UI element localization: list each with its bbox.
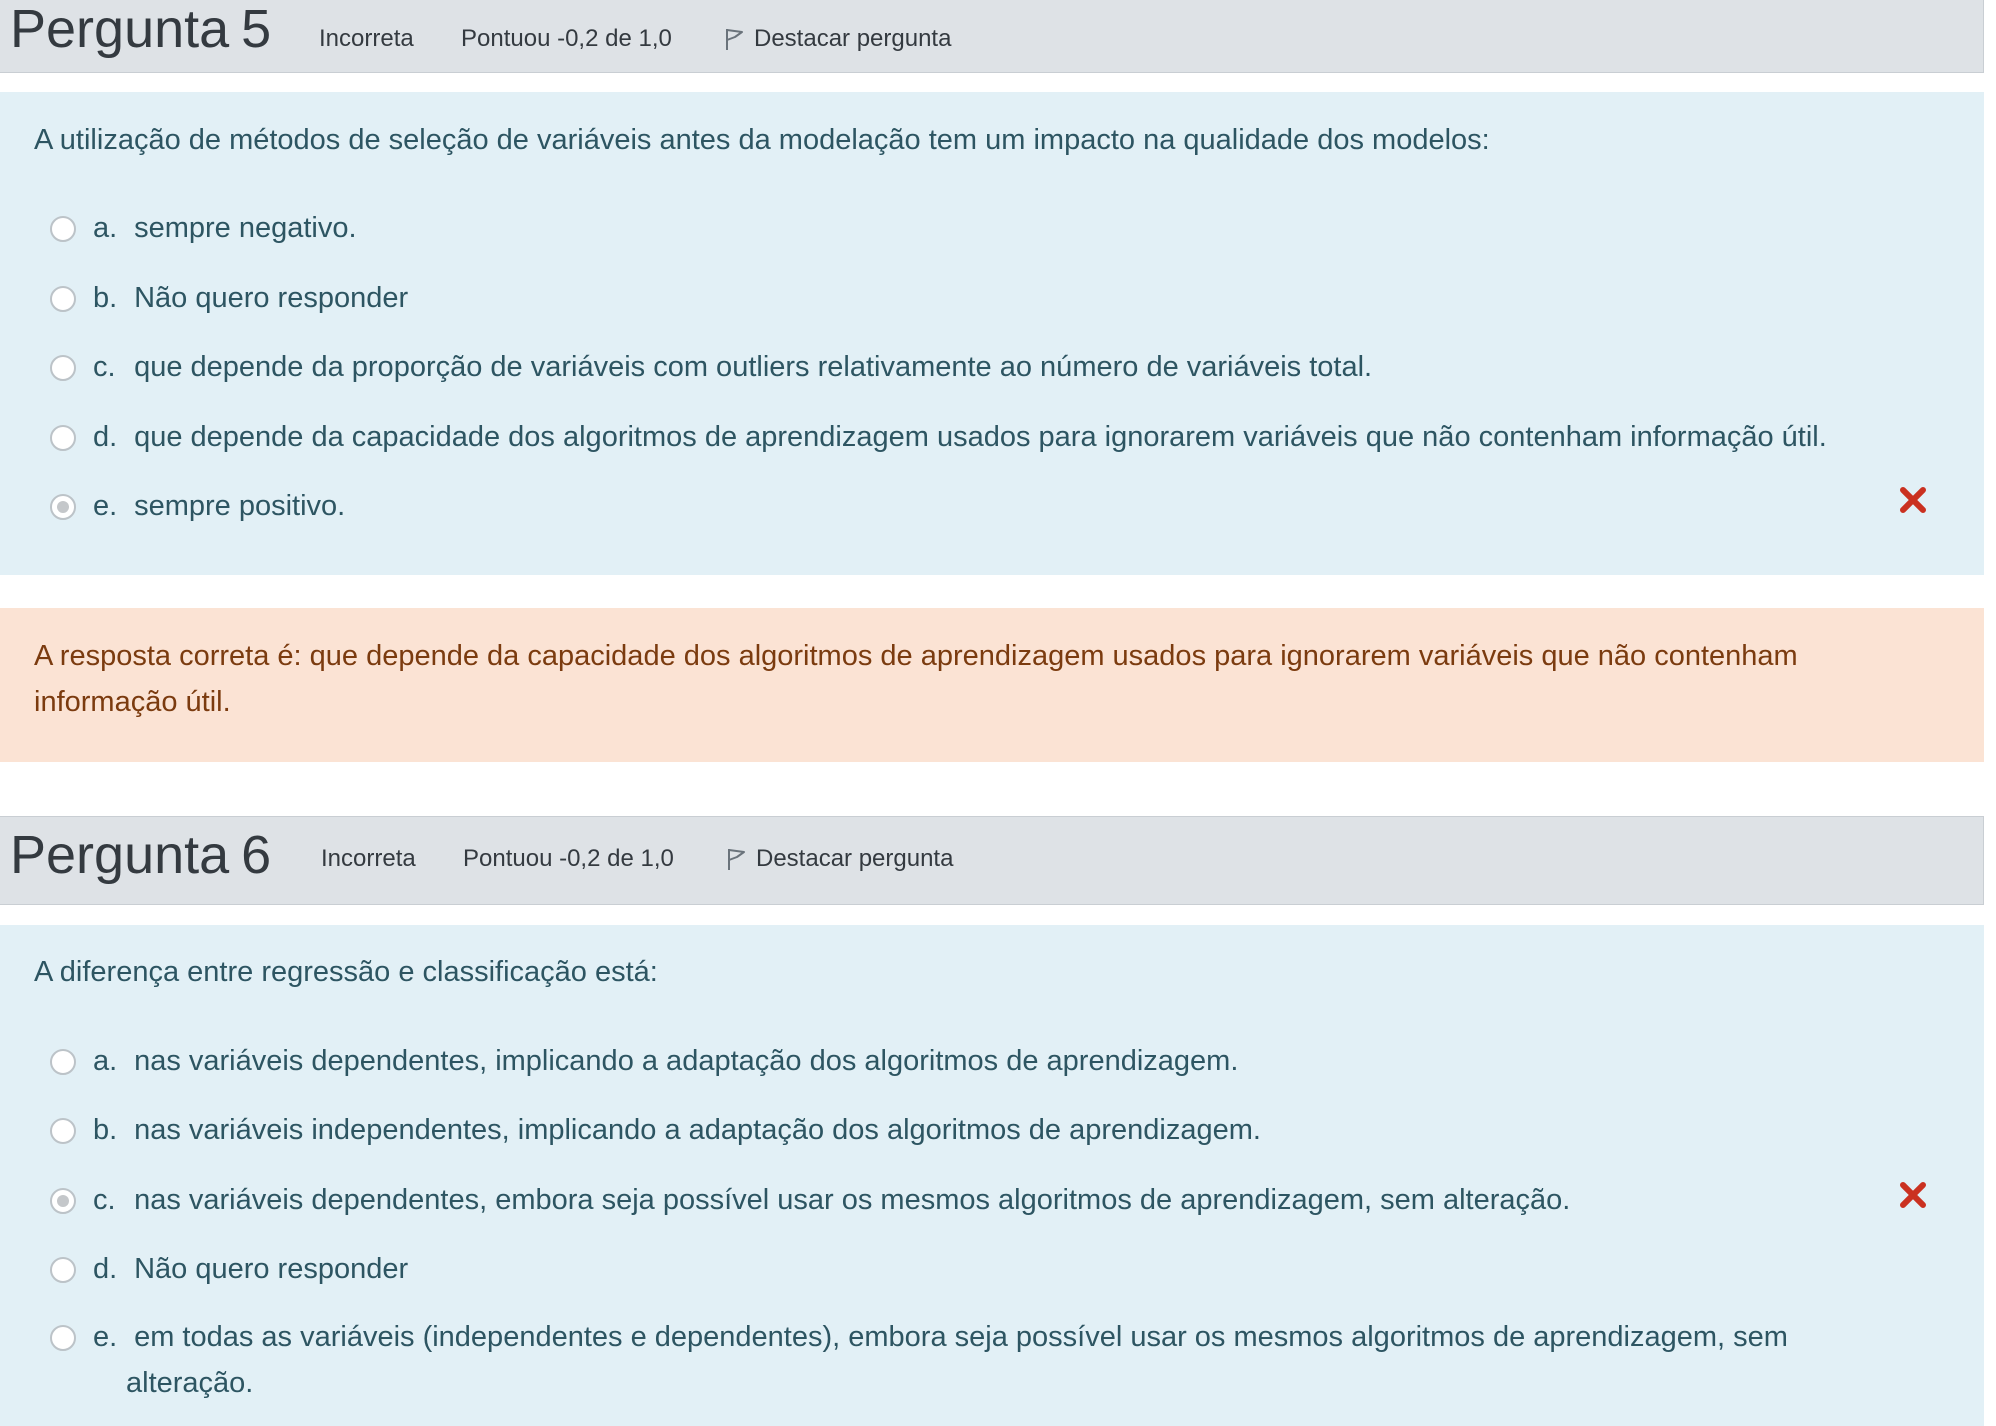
question-5-grade: Pontuou -0,2 de 1,0 xyxy=(461,25,672,52)
correct-answer-text: A resposta correta é: que depende da cap… xyxy=(34,640,1798,718)
question-6-state: Incorreta xyxy=(321,845,416,872)
question-5-title: Pergunta 5 xyxy=(10,1,271,73)
option-text: que depende da capacidade dos algoritmos… xyxy=(134,421,1827,453)
question-number: 5 xyxy=(241,0,272,59)
question-title-word: Pergunta xyxy=(10,825,230,885)
radio-button[interactable] xyxy=(50,286,76,312)
flag-icon xyxy=(726,29,743,50)
option-text: sempre negativo. xyxy=(134,212,357,244)
option-text: em todas as variáveis (independentes e d… xyxy=(134,1321,1788,1353)
question-5-body: A utilização de métodos de seleção de va… xyxy=(0,92,1984,575)
question-6-flag-button[interactable]: Destacar pergunta xyxy=(726,841,953,877)
radio-button[interactable] xyxy=(50,355,76,381)
option-text: Não quero responder xyxy=(134,1253,409,1285)
radio-button-selected[interactable] xyxy=(50,1188,76,1214)
radio-button[interactable] xyxy=(50,1257,76,1283)
flag-icon xyxy=(728,849,745,870)
question-6-header: Pergunta 6 Incorreta Pontuou -0,2 de 1,0 … xyxy=(0,816,1984,905)
flag-label: Destacar pergunta xyxy=(756,845,954,872)
option-letter: d. xyxy=(93,421,118,453)
radio-button[interactable] xyxy=(50,1049,76,1075)
option-text: nas variáveis dependentes, implicando a … xyxy=(134,1045,1239,1077)
option-letter: c. xyxy=(93,1184,116,1216)
option-text: que depende da proporção de variáveis co… xyxy=(134,351,1373,383)
radio-button[interactable] xyxy=(50,425,76,451)
option-text: sempre positivo. xyxy=(134,490,346,522)
option-letter: d. xyxy=(93,1253,118,1285)
question-6-grade: Pontuou -0,2 de 1,0 xyxy=(463,845,674,872)
option-letter: e. xyxy=(93,1321,118,1353)
flag-label: Destacar pergunta xyxy=(754,25,952,52)
question-5-feedback: A resposta correta é: que depende da cap… xyxy=(0,608,1984,762)
option-letter: b. xyxy=(93,282,118,314)
question-5-state: Incorreta xyxy=(319,25,414,52)
option-letter: a. xyxy=(93,212,118,244)
radio-button-selected[interactable] xyxy=(50,494,76,520)
option-letter: a. xyxy=(93,1045,118,1077)
question-title-word: Pergunta xyxy=(10,0,230,59)
option-text-continued: alteração. xyxy=(126,1367,254,1399)
radio-button[interactable] xyxy=(50,216,76,242)
option-letter: e. xyxy=(93,490,118,522)
option-letter: c. xyxy=(93,351,116,383)
radio-button[interactable] xyxy=(50,1325,76,1351)
question-5-header: Pergunta 5 Incorreta Pontuou -0,2 de 1,0 … xyxy=(0,0,1984,73)
question-6-text: A diferença entre regressão e classifica… xyxy=(34,956,658,988)
question-6-body: A diferença entre regressão e classifica… xyxy=(0,925,1984,1426)
question-5-flag-button[interactable]: Destacar pergunta xyxy=(724,21,951,57)
radio-button[interactable] xyxy=(50,1118,76,1144)
option-text: Não quero responder xyxy=(134,282,409,314)
question-6-title: Pergunta 6 xyxy=(10,827,271,899)
question-5-text: A utilização de métodos de seleção de va… xyxy=(34,124,1490,156)
cross-icon xyxy=(1900,487,1926,513)
cross-icon xyxy=(1900,1182,1926,1208)
option-text: nas variáveis independentes, implicando … xyxy=(134,1114,1261,1146)
question-number: 6 xyxy=(241,825,272,885)
option-letter: b. xyxy=(93,1114,118,1146)
option-text: nas variáveis dependentes, embora seja p… xyxy=(134,1184,1571,1216)
